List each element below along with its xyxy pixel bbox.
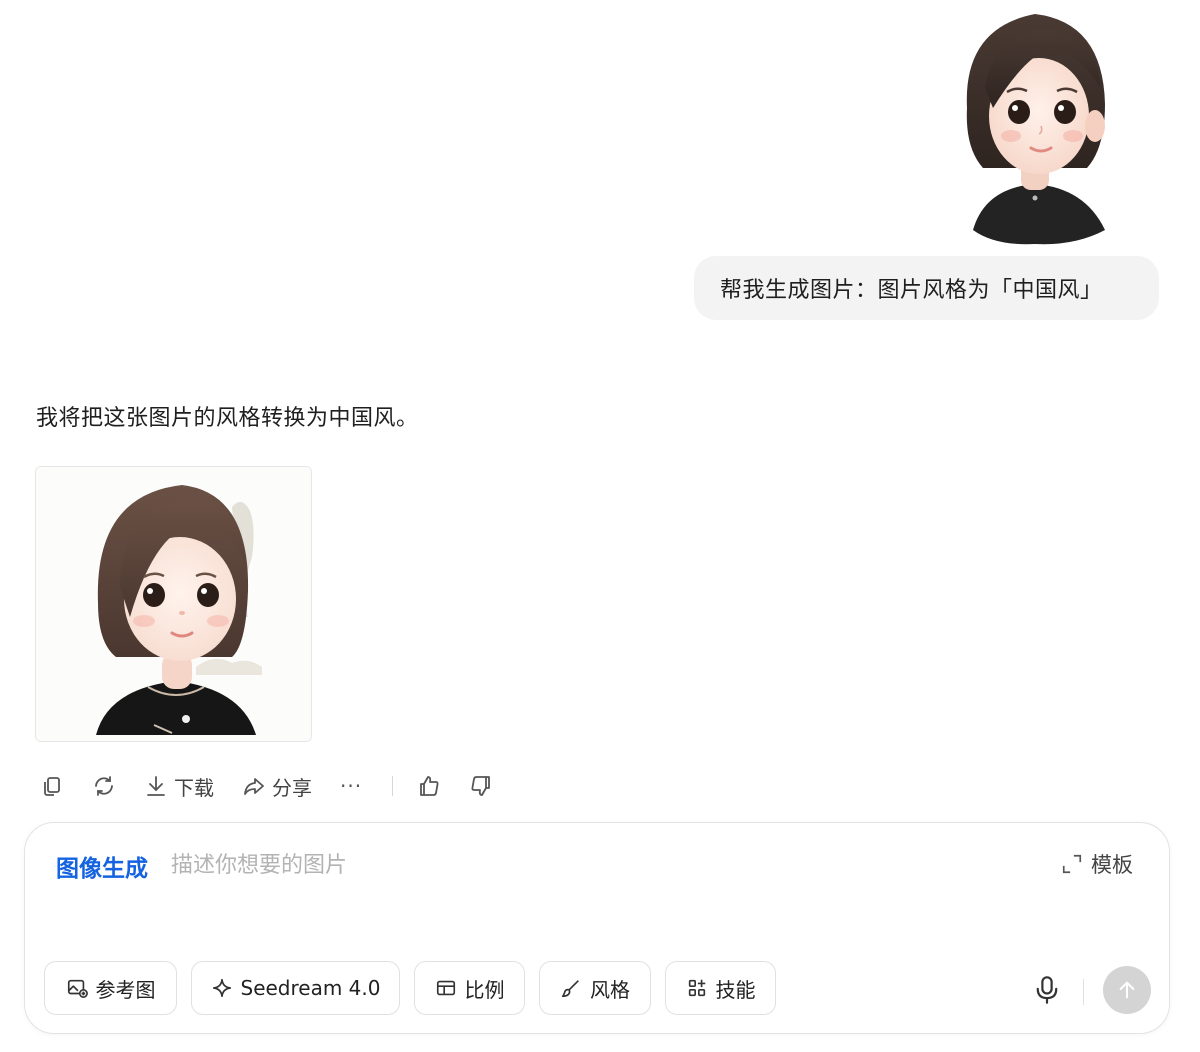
- aspect-ratio-icon: [436, 980, 455, 996]
- microphone-icon[interactable]: [1033, 975, 1061, 1005]
- reference-image-chip[interactable]: 参考图: [44, 961, 177, 1015]
- image-add-icon: [67, 979, 88, 998]
- thumbs-down-icon: [471, 776, 490, 796]
- mode-label[interactable]: 图像生成: [56, 849, 148, 883]
- prompt-input[interactable]: [171, 845, 991, 885]
- template-button[interactable]: 模板: [1061, 849, 1133, 879]
- model-chip[interactable]: Seedream 4.0: [191, 961, 400, 1015]
- copy-button[interactable]: [40, 774, 64, 798]
- download-button[interactable]: 下载: [144, 772, 214, 801]
- template-label: 模板: [1091, 853, 1133, 877]
- image-generation-composer: 图像生成 模板 参考图 Seedream 4.0 比例: [24, 822, 1170, 1034]
- reference-label: 参考图: [95, 977, 156, 1002]
- user-message-bubble: 帮我生成图片：图片风格为「中国风」: [694, 256, 1159, 320]
- skills-label: 技能: [715, 977, 756, 1002]
- download-label: 下载: [174, 775, 214, 800]
- share-button[interactable]: 分享: [242, 772, 312, 801]
- generated-image[interactable]: [35, 466, 312, 742]
- copy-icon: [44, 777, 60, 796]
- refresh-icon: [95, 776, 113, 796]
- user-uploaded-image[interactable]: [955, 8, 1115, 246]
- composer-divider: [1083, 979, 1084, 1005]
- arrow-up-icon: [1119, 981, 1135, 999]
- skills-chip[interactable]: 技能: [665, 961, 776, 1015]
- send-button[interactable]: [1103, 966, 1151, 1014]
- like-button[interactable]: [417, 774, 441, 798]
- ratio-label: 比例: [464, 977, 505, 1002]
- apps-icon: [688, 979, 705, 997]
- download-icon: [147, 776, 165, 796]
- dislike-button[interactable]: [469, 774, 493, 798]
- more-label: ···: [340, 774, 363, 798]
- more-button[interactable]: ···: [340, 774, 362, 798]
- share-label: 分享: [272, 775, 312, 800]
- action-divider: [392, 776, 394, 796]
- model-label: Seedream 4.0: [240, 976, 381, 1000]
- regenerate-button[interactable]: [92, 774, 116, 798]
- ratio-chip[interactable]: 比例: [414, 961, 525, 1015]
- style-chip[interactable]: 风格: [539, 961, 651, 1015]
- brush-icon: [561, 980, 579, 998]
- share-icon: [244, 778, 264, 795]
- expand-icon: [1062, 854, 1082, 874]
- user-message-text: 帮我生成图片：图片风格为「中国风」: [720, 278, 1103, 303]
- sparkle-icon: [212, 978, 231, 998]
- style-label: 风格: [590, 977, 630, 1002]
- thumbs-up-icon: [420, 776, 439, 796]
- message-action-bar: 下载 分享 ···: [40, 768, 521, 804]
- assistant-message-text: 我将把这张图片的风格转换为中国风。: [36, 406, 419, 431]
